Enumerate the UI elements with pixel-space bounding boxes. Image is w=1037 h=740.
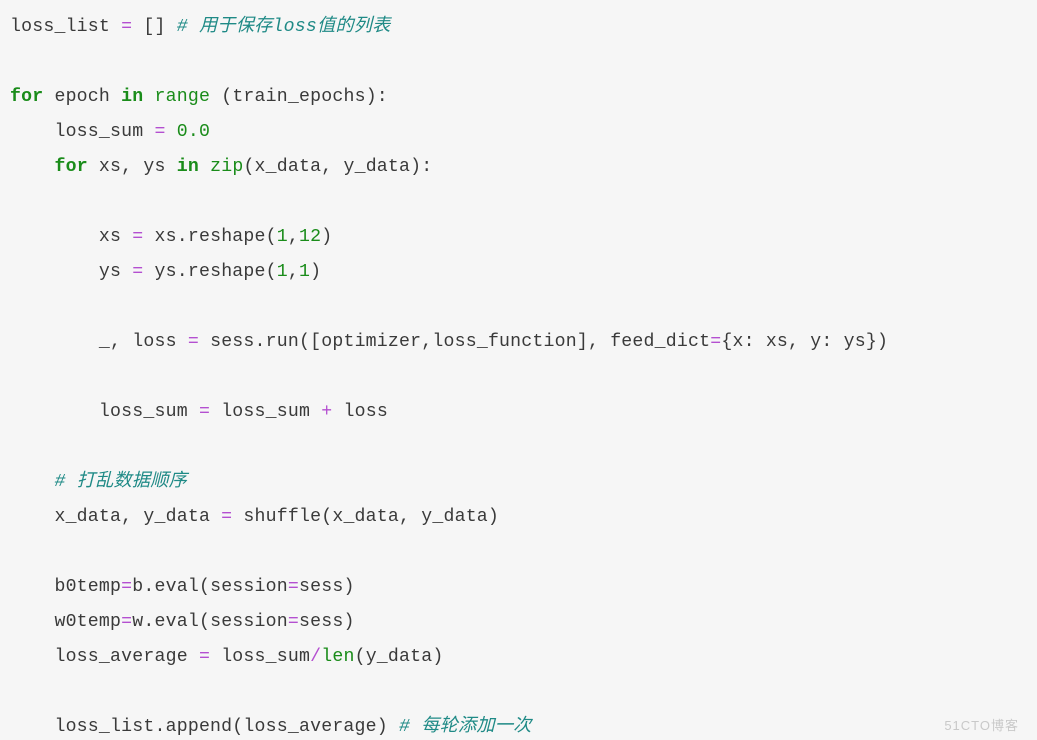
code-line: ys = ys.reshape(1,1): [10, 262, 321, 282]
code-line: for xs, ys in zip(x_data, y_data):: [10, 157, 432, 177]
watermark: 51CTO博客: [944, 715, 1019, 734]
code-line: x_data, y_data = shuffle(x_data, y_data): [10, 507, 499, 527]
code-line: w0temp=w.eval(session=sess): [10, 612, 355, 632]
comment: # 用于保存loss值的列表: [177, 17, 391, 37]
code-line: # 打乱数据顺序: [10, 472, 187, 492]
code-line: xs = xs.reshape(1,12): [10, 227, 332, 247]
code-line: b0temp=b.eval(session=sess): [10, 577, 355, 597]
comment: # 打乱数据顺序: [54, 472, 187, 492]
code-line: loss_average = loss_sum/len(y_data): [10, 647, 444, 667]
code-line: for epoch in range (train_epochs):: [10, 87, 388, 107]
comment: # 每轮添加一次: [399, 717, 532, 737]
code-line: loss_sum = loss_sum + loss: [10, 402, 388, 422]
code-line: _, loss = sess.run([optimizer,loss_funct…: [10, 332, 888, 352]
code-line: loss_sum = 0.0: [10, 122, 210, 142]
code-block: loss_list = [] # 用于保存loss值的列表 for epoch …: [0, 0, 1037, 740]
code-line: loss_list.append(loss_average) # 每轮添加一次: [10, 717, 532, 737]
code-line: loss_list = [] # 用于保存loss值的列表: [10, 17, 391, 37]
